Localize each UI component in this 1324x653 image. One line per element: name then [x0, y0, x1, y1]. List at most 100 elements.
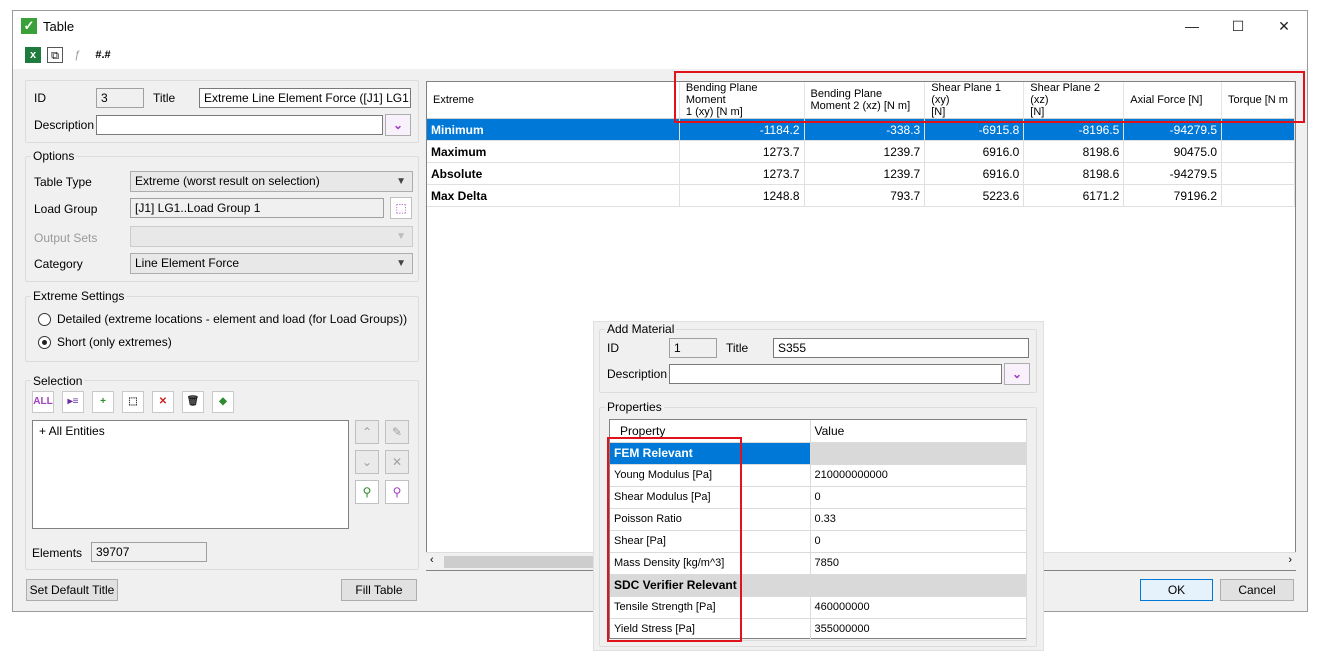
material-description-input[interactable] — [669, 364, 1002, 384]
cell — [1221, 140, 1295, 163]
window-title: Table — [43, 19, 75, 34]
cell — [1221, 162, 1295, 185]
chevron-down-icon: ▼ — [396, 231, 406, 242]
excel-export-icon[interactable]: x — [25, 47, 41, 63]
property-value[interactable]: 0.33 — [810, 508, 1027, 531]
edit-icon[interactable]: ✎ — [385, 420, 409, 444]
ok-button[interactable]: OK — [1140, 579, 1213, 601]
cell: 1239.7 — [804, 162, 926, 185]
title-bar: ✓ Table — ☐ ✕ — [13, 11, 1307, 41]
table-row[interactable]: Maximum 1273.7 1239.7 6916.0 8198.6 9047… — [427, 140, 1295, 163]
save-selection-icon[interactable]: ◆ — [212, 391, 234, 413]
description-label: Description — [34, 118, 95, 132]
cell: 8198.6 — [1023, 140, 1125, 163]
cell: 793.7 — [804, 184, 926, 207]
add-selection-icon[interactable]: + — [92, 391, 114, 413]
short-radio[interactable] — [38, 336, 51, 349]
load-group-label: Load Group — [34, 202, 98, 216]
property-value — [810, 574, 1027, 597]
material-id-label: ID — [607, 341, 619, 355]
material-description-label: Description — [607, 367, 668, 381]
material-title-input[interactable]: S355 — [773, 338, 1029, 358]
minimize-button[interactable]: — — [1169, 11, 1215, 41]
select-load-group-icon[interactable]: ⬚ — [390, 197, 412, 219]
table-type-select[interactable]: Extreme (worst result on selection) ▼ — [130, 171, 413, 192]
property-value[interactable]: 460000000 — [810, 596, 1027, 619]
set-default-title-button[interactable]: Set Default Title — [26, 579, 118, 601]
select-list-icon[interactable]: ▸≡ — [62, 391, 84, 413]
select-all-icon[interactable]: ALL — [32, 391, 54, 413]
property-value[interactable]: 210000000000 — [810, 464, 1027, 487]
maximize-button[interactable]: ☐ — [1215, 11, 1261, 41]
chevron-down-icon[interactable]: ⌄ — [385, 114, 411, 136]
move-up-icon[interactable]: ⌃ — [355, 420, 379, 444]
category-select[interactable]: Line Element Force ▼ — [130, 253, 413, 274]
table-type-value: Extreme (worst result on selection) — [135, 174, 320, 188]
property-highlight-box — [607, 437, 742, 642]
property-value[interactable]: 0 — [810, 530, 1027, 553]
fill-table-button[interactable]: Fill Table — [341, 579, 417, 601]
scroll-right-icon[interactable]: › — [1288, 554, 1292, 566]
header-highlight-box — [674, 71, 1305, 123]
scroll-left-icon[interactable]: ‹ — [430, 554, 434, 566]
options-title: Options — [31, 149, 77, 163]
zoom-purple-icon[interactable]: ⚲ — [385, 480, 409, 504]
load-group-field: [J1] LG1..Load Group 1 — [130, 198, 384, 218]
cell: 1273.7 — [679, 140, 805, 163]
short-label[interactable]: Short (only extremes) — [57, 335, 172, 349]
cell: 6916.0 — [924, 162, 1025, 185]
cell — [1221, 184, 1295, 207]
copy-icon[interactable]: ⧉ — [47, 47, 63, 63]
cell: 79196.2 — [1123, 184, 1223, 207]
detailed-radio[interactable] — [38, 313, 51, 326]
toolbar: x ⧉ ƒ #.# — [13, 41, 1307, 69]
extreme-settings-group — [25, 296, 419, 362]
property-value[interactable]: 7850 — [810, 552, 1027, 575]
cell: 90475.0 — [1123, 140, 1223, 163]
selection-title: Selection — [31, 374, 85, 388]
precision-icon[interactable]: #.# — [91, 47, 115, 63]
table-type-label: Table Type — [34, 175, 92, 189]
delete-icon[interactable]: ✕ — [385, 450, 409, 474]
cell: 1248.8 — [679, 184, 805, 207]
cell: 5223.6 — [924, 184, 1025, 207]
properties-title: Properties — [605, 400, 664, 414]
add-material-title: Add Material — [605, 322, 677, 336]
cell: -94279.5 — [1123, 162, 1223, 185]
trash-icon[interactable]: 🗑 — [182, 391, 204, 413]
checkmark-app-icon: ✓ — [21, 18, 37, 34]
material-id-field: 1 — [669, 338, 717, 358]
title-label: Title — [153, 91, 176, 105]
row-name: Absolute — [427, 162, 680, 185]
detailed-label[interactable]: Detailed (extreme locations - element an… — [57, 312, 407, 326]
box-select-icon[interactable]: ⬚ — [122, 391, 144, 413]
column-header[interactable]: Value — [810, 420, 1027, 443]
cell: 6171.2 — [1023, 184, 1125, 207]
table-row[interactable]: Max Delta 1248.8 793.7 5223.6 6171.2 791… — [427, 184, 1295, 207]
property-value — [810, 442, 1027, 465]
zoom-green-icon[interactable]: ⚲ — [355, 480, 379, 504]
cell: 1239.7 — [804, 140, 926, 163]
property-value[interactable]: 355000000 — [810, 618, 1027, 641]
id-label: ID — [34, 91, 46, 105]
chevron-down-icon: ▼ — [396, 258, 406, 269]
move-down-icon[interactable]: ⌄ — [355, 450, 379, 474]
cancel-button[interactable]: Cancel — [1220, 579, 1294, 601]
description-input[interactable] — [96, 115, 383, 135]
title-input[interactable]: Extreme Line Element Force ([J1] LG1, Al… — [199, 88, 411, 108]
material-title-label: Title — [726, 341, 749, 355]
category-label: Category — [34, 257, 83, 271]
table-row[interactable]: Absolute 1273.7 1239.7 6916.0 8198.6 -94… — [427, 162, 1295, 185]
property-value[interactable]: 0 — [810, 486, 1027, 509]
column-header[interactable]: Extreme — [427, 82, 680, 119]
selection-list[interactable]: + All Entities — [32, 420, 349, 529]
close-button[interactable]: ✕ — [1261, 11, 1307, 41]
chevron-down-icon[interactable]: ⌄ — [1004, 363, 1030, 385]
extreme-settings-title: Extreme Settings — [31, 289, 127, 303]
remove-selection-icon[interactable]: ✕ — [152, 391, 174, 413]
list-item[interactable]: + All Entities — [39, 424, 105, 438]
row-name: Max Delta — [427, 184, 680, 207]
function-icon[interactable]: ƒ — [69, 47, 85, 63]
cell: 8198.6 — [1023, 162, 1125, 185]
chevron-down-icon: ▼ — [396, 176, 406, 187]
